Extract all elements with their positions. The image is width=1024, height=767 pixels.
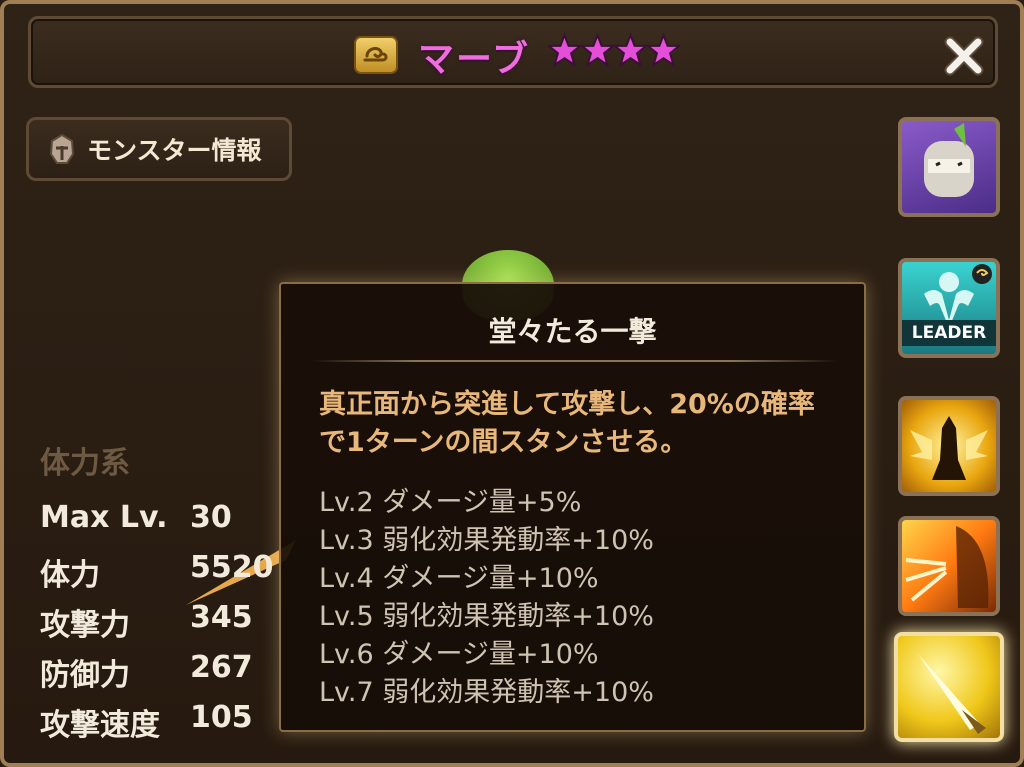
skill-level-bonus: Lv.2 ダメージ量+5% bbox=[319, 487, 582, 518]
skill-2-button[interactable] bbox=[898, 516, 1000, 616]
stat-label: 攻撃力 bbox=[40, 608, 130, 643]
skill-tooltip: 堂々たる一撃 真正面から突進して攻撃し、20%の確率で1ターンの間スタンさせる。… bbox=[279, 282, 866, 732]
stat-label: 体力 bbox=[40, 558, 100, 593]
monster-portrait-button[interactable] bbox=[898, 117, 1000, 217]
star-rating bbox=[548, 30, 680, 70]
skill-level-bonus: Lv.5 弱化効果発動率+10% bbox=[319, 601, 654, 632]
winged-silhouette-icon bbox=[910, 416, 988, 480]
leader-skill-button[interactable]: LEADER bbox=[898, 258, 1000, 358]
star-icon bbox=[581, 32, 614, 68]
spear-thrust-icon bbox=[918, 654, 986, 734]
stat-value: 105 bbox=[190, 700, 253, 735]
stat-value: 30 bbox=[190, 500, 232, 535]
skill-3-button[interactable] bbox=[894, 632, 1004, 742]
stat-label: Max Lv. bbox=[40, 500, 168, 535]
skill-level-bonus: Lv.3 弱化効果発動率+10% bbox=[319, 525, 654, 556]
skill-level-list: Lv.2 ダメージ量+5% Lv.3 弱化効果発動率+10% Lv.4 ダメージ量+… bbox=[319, 484, 839, 712]
monster-portrait-icon bbox=[924, 123, 974, 197]
stat-type-label: 体力系 bbox=[40, 446, 130, 481]
skill-name: 堂々たる一撃 bbox=[488, 315, 657, 348]
tooltip-divider bbox=[311, 360, 838, 362]
skill-level-bonus: Lv.7 弱化効果発動率+10% bbox=[319, 677, 654, 708]
stat-label: 防御力 bbox=[40, 658, 130, 693]
star-icon bbox=[548, 32, 581, 68]
stat-label: 攻撃速度 bbox=[40, 708, 160, 743]
stat-value: 267 bbox=[190, 650, 253, 685]
skill-level-bonus: Lv.6 ダメージ量+10% bbox=[319, 639, 599, 670]
monster-info-label: モンスター情報 bbox=[87, 136, 262, 165]
close-icon bbox=[944, 36, 984, 76]
leader-label: LEADER bbox=[902, 320, 996, 346]
stat-value: 345 bbox=[190, 600, 253, 635]
close-button[interactable] bbox=[940, 32, 988, 80]
helmet-icon bbox=[49, 133, 75, 164]
stat-value: 5520 bbox=[190, 550, 274, 585]
skill-level-bonus: Lv.4 ダメージ量+10% bbox=[319, 563, 599, 594]
star-icon bbox=[614, 32, 647, 68]
monster-name: マーブ bbox=[418, 39, 530, 80]
wind-element-icon bbox=[354, 36, 398, 74]
star-icon bbox=[647, 32, 680, 68]
skill-1-button[interactable] bbox=[898, 396, 1000, 496]
shield-bash-icon bbox=[905, 526, 989, 608]
skill-description: 真正面から突進して攻撃し、20%の確率で1ターンの間スタンさせる。 bbox=[319, 389, 815, 458]
monster-info-tab[interactable]: モンスター情報 bbox=[26, 117, 292, 181]
